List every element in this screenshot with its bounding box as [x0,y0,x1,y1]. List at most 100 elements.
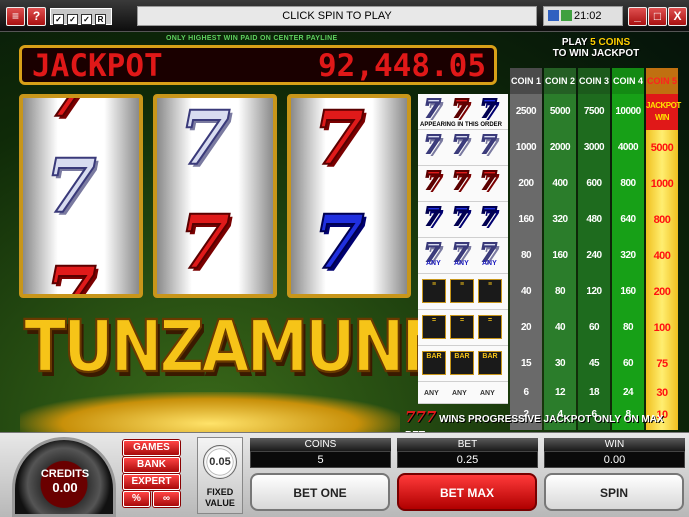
minimize-button[interactable]: _ [628,7,647,26]
paytable-symbol-row: ≡ ≡ ≡ [418,274,508,310]
any-label: ANY [482,260,497,267]
seven-red-icon: 7 [44,98,97,129]
coin-value-chip[interactable]: 0.05 [203,445,237,479]
paytable-cell: 15 [520,358,532,369]
seven-blue-icon: 7 [451,202,470,231]
paytable-symbol-row: 7 7 7 APPEARING IN THIS ORDER [418,94,508,130]
any-label: ANY [426,260,441,267]
expert-button[interactable]: EXPERT [123,474,180,490]
coins-value: 5 [250,451,391,468]
paytable-cell: 320 [552,214,568,225]
paytable-cell: 80 [554,286,566,297]
reel-3[interactable]: 7 7 7 [287,94,411,298]
seven-red-icon: 7 [312,96,365,182]
double-bar-icon: = [450,315,474,339]
seven-white-icon: 7 [178,96,231,182]
play-five-coins-prompt: PLAY 5 COINS TO WIN JACKPOT [516,37,676,59]
help-button[interactable]: ? [27,7,46,26]
wins-note: 777 WINS PROGRESSIVE JACKPOT ONLY ON MAX… [405,409,683,432]
paytable-cell: 640 [620,214,636,225]
top-bar: ≡ ? ✓ ✓ ✓ R CLICK SPIN TO PLAY 21:02 _ □ X [0,0,689,32]
paytable-cell: 480 [586,214,602,225]
seven-white-icon: 7 [451,130,470,159]
bet-value: 0.25 [397,451,538,468]
paytable-cell: 60 [622,358,634,369]
close-button[interactable]: X [668,7,687,26]
paytable-header-coin-3: COIN 3 [578,68,610,94]
paytable-cell: 600 [586,178,602,189]
seven-white-icon: 7 [44,144,97,230]
paytable-symbol-row: 7 7 7 [418,166,508,202]
paytable-header-coin-4: COIN 4 [612,68,644,94]
seven-red-icon: 7 [44,252,97,298]
check-icon[interactable]: ✓ [53,14,64,25]
win-label: WIN [544,438,685,451]
paytable-cell: 1000 [515,142,537,153]
paytable-cell: 400 [653,250,671,262]
check-icon[interactable]: ✓ [81,14,92,25]
clock-time: 21:02 [574,10,602,22]
seven-blue-icon: 7 [423,202,442,231]
paytable-cell: JACKPOT WIN [646,94,681,130]
paytable-cell: 75 [656,358,668,370]
seven-white-icon: 7 [479,130,498,159]
appearing-note: APPEARING IN THIS ORDER [420,122,503,128]
clock-panel: 21:02 [543,6,623,26]
paytable-cell: 5000 [549,106,571,117]
triple-bar-icon: ≡ [478,279,502,303]
percent-button[interactable]: % [123,491,150,507]
credits-label: CREDITS [40,468,90,480]
bet-max-button[interactable]: BET MAX [397,473,537,511]
seven-blue-icon: 7 [479,94,498,123]
jackpot-label: JACKPOT [32,48,163,84]
seven-red-icon: 7 [451,94,470,123]
paytable-cell: 12 [554,387,566,398]
maximize-button[interactable]: □ [648,7,667,26]
seven-blue-icon: 7 [479,202,498,231]
paytable-symbol-row: 7 7 7 ANY ANY ANY [418,238,508,274]
win-value: 0.00 [544,451,685,468]
any-label: ANY [454,260,469,267]
double-bar-icon: = [422,315,446,339]
spin-button[interactable]: SPIN [544,473,684,511]
paytable-header-coin-2: COIN 2 [544,68,576,94]
coins-label: COINS [250,438,391,451]
gold-coins-decoration [20,392,400,432]
paytable-cell: 18 [588,387,600,398]
paytable-cell: 80 [520,250,532,261]
paytable-cell: 320 [620,250,636,261]
paytable-cell: 30 [656,387,668,399]
seven-blue-icon: 7 [312,200,365,286]
mini-toggles[interactable]: ✓ ✓ ✓ R [50,8,112,25]
seven-red-icon: 7 [178,200,231,286]
paytable-cell: 2000 [549,142,571,153]
reel-1[interactable]: 7 7 7 [19,94,143,298]
paytable-cell: 30 [554,358,566,369]
paytable-cell: 24 [622,387,634,398]
fixed-value-label: FIXED VALUE [205,487,235,508]
games-button[interactable]: GAMES [123,440,180,456]
triple-bar-icon: ≡ [450,279,474,303]
paytable-cell: 40 [554,322,566,333]
network-icon [548,10,559,21]
status-message: CLICK SPIN TO PLAY [137,6,537,26]
credits-value: 0.00 [52,480,78,495]
paytable-header-coin-1: COIN 1 [510,68,542,94]
menu-icon[interactable]: ≡ [6,7,25,26]
seven-red-icon: 7 [479,166,498,195]
paytable-cell: 60 [588,322,600,333]
bank-button[interactable]: BANK [123,457,180,473]
paytable-symbol-row: 7 7 7 [418,130,508,166]
payline-note: ONLY HIGHEST WIN PAID ON CENTER PAYLINE [166,35,338,42]
paytable-cell: 10000 [615,106,641,117]
paytable-cell: 400 [552,178,568,189]
bar-icon: BAR [450,351,474,375]
game-area: ONLY HIGHEST WIN PAID ON CENTER PAYLINE … [0,32,689,432]
bet-one-button[interactable]: BET ONE [250,473,390,511]
check-icon[interactable]: ✓ [67,14,78,25]
link-button[interactable]: ∞ [153,491,180,507]
triple-bar-icon: ≡ [422,279,446,303]
record-icon[interactable]: R [95,14,106,25]
reel-2[interactable]: 7 7 7 [153,94,277,298]
sound-icon [561,10,572,21]
